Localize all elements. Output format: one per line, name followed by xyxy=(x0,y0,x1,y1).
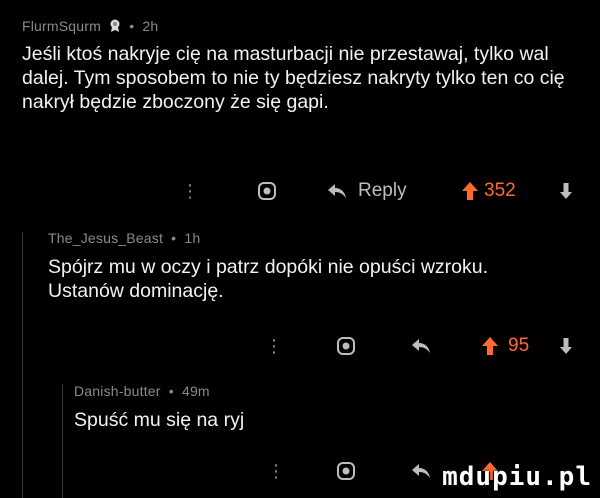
comment-meta: FlurmSqurm • 2h xyxy=(22,18,158,36)
reply-icon xyxy=(412,339,430,353)
comment-actions: ⋮ 95 xyxy=(0,331,600,361)
reply-icon xyxy=(328,184,346,198)
downvote-button[interactable] xyxy=(556,331,576,361)
meta-separator: • xyxy=(171,230,177,246)
comment-time: 1h xyxy=(184,230,201,246)
award-button[interactable] xyxy=(333,456,359,486)
comment-body: Spuść mu się na ryj xyxy=(74,409,245,431)
more-dots-icon: ⋮ xyxy=(265,335,283,356)
meta-separator: • xyxy=(168,383,174,399)
comment-time: 49m xyxy=(181,383,210,399)
reply-button[interactable]: Reply xyxy=(326,176,426,206)
more-options-button[interactable]: ⋮ xyxy=(264,331,284,361)
comment-meta: The_Jesus_Beast • 1h xyxy=(48,230,200,246)
watermark: mdupiu.pl xyxy=(442,462,592,492)
comment-body: Jeśli ktoś nakryje cię na masturbacji ni… xyxy=(22,43,565,113)
reply-button[interactable] xyxy=(408,456,434,486)
award-icon xyxy=(258,182,276,200)
award-icon xyxy=(337,462,355,480)
reply-icon xyxy=(412,464,430,478)
author-name[interactable]: Danish-butter xyxy=(74,383,161,399)
more-options-button[interactable]: ⋮ xyxy=(180,176,200,206)
score-value: 95 xyxy=(508,335,530,356)
upvote-button[interactable] xyxy=(480,331,500,361)
score-value: 352 xyxy=(484,180,516,201)
reply-button[interactable] xyxy=(408,331,434,361)
meta-separator: • xyxy=(129,18,135,34)
award-icon xyxy=(337,337,355,355)
reply-label: Reply xyxy=(358,180,407,201)
award-badge-icon xyxy=(109,19,121,36)
award-button[interactable] xyxy=(333,331,359,361)
comment-time: 2h xyxy=(142,18,159,34)
score-display: 95 xyxy=(500,331,536,361)
comment-body: Spójrz mu w oczy i patrz dopóki nie opuś… xyxy=(48,256,489,302)
comment-actions: ⋮ Reply 352 xyxy=(0,176,600,206)
more-dots-icon: ⋮ xyxy=(181,180,199,201)
downvote-arrow-icon xyxy=(560,338,572,354)
author-name[interactable]: The_Jesus_Beast xyxy=(48,230,163,246)
downvote-button[interactable] xyxy=(556,176,576,206)
more-dots-icon: ⋮ xyxy=(267,460,285,481)
author-name[interactable]: FlurmSqurm xyxy=(22,18,101,34)
score-display: 352 xyxy=(476,176,524,206)
downvote-arrow-icon xyxy=(560,183,572,199)
award-button[interactable] xyxy=(254,176,280,206)
more-options-button[interactable]: ⋮ xyxy=(266,456,286,486)
upvote-arrow-icon xyxy=(482,337,498,355)
comment-meta: Danish-butter • 49m xyxy=(74,383,210,399)
